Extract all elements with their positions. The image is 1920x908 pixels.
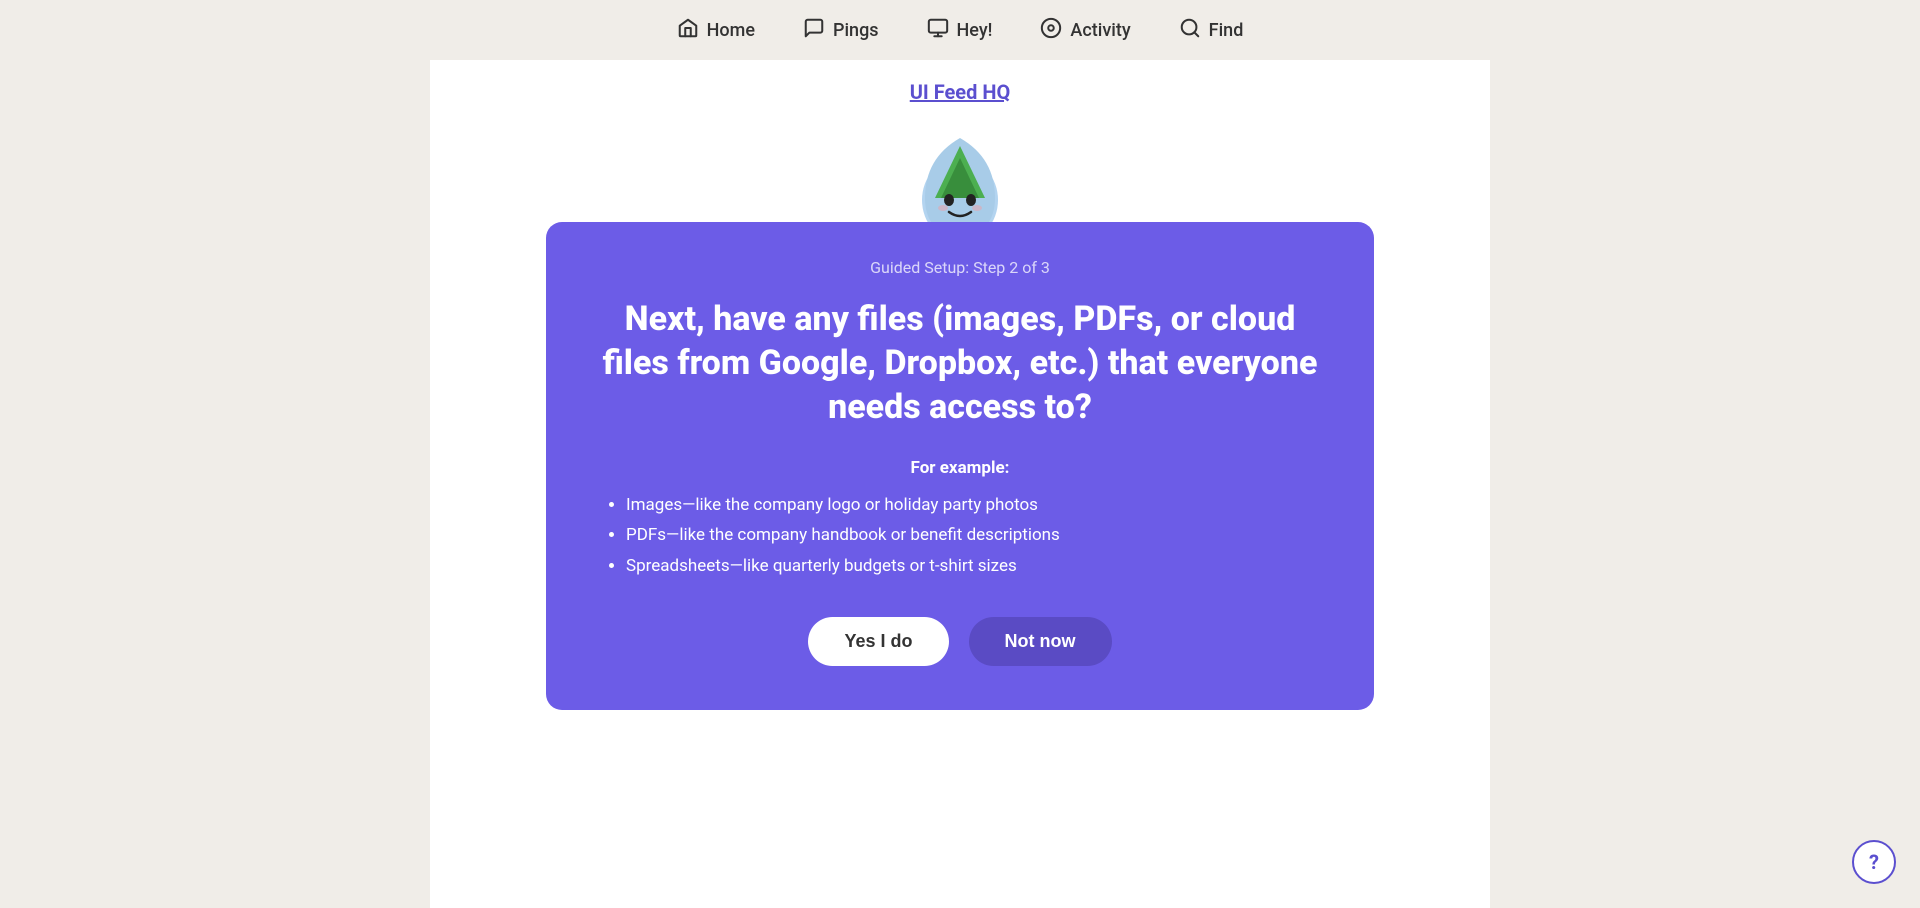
list-item: PDFs—like the company handbook or benefi…	[626, 520, 1326, 551]
main-content: UI Feed HQ	[0, 60, 1920, 908]
hey-icon	[927, 17, 949, 44]
setup-dialog: Guided Setup: Step 2 of 3 Next, have any…	[546, 222, 1374, 710]
not-now-button[interactable]: Not now	[969, 617, 1112, 666]
nav-pings-label: Pings	[833, 20, 879, 41]
nav-bar: Home Pings Hey! Activity	[0, 0, 1920, 60]
feed-hq-link[interactable]: UI Feed HQ	[910, 80, 1011, 104]
nav-home[interactable]: Home	[677, 17, 755, 44]
nav-activity-label: Activity	[1070, 20, 1130, 41]
example-list: Images—like the company logo or holiday …	[594, 490, 1326, 582]
nav-home-label: Home	[707, 20, 755, 41]
activity-icon	[1040, 17, 1062, 44]
yes-button[interactable]: Yes I do	[808, 617, 948, 666]
nav-hey-label: Hey!	[957, 20, 993, 41]
help-button[interactable]: ?	[1852, 840, 1896, 884]
list-item: Images—like the company logo or holiday …	[626, 490, 1326, 521]
nav-pings[interactable]: Pings	[803, 17, 879, 44]
list-item: Spreadsheets—like quarterly budgets or t…	[626, 551, 1326, 582]
home-icon	[677, 17, 699, 44]
help-icon: ?	[1869, 850, 1879, 874]
nav-find-label: Find	[1209, 20, 1244, 41]
nav-find[interactable]: Find	[1179, 17, 1244, 44]
button-row: Yes I do Not now	[594, 617, 1326, 666]
find-icon	[1179, 17, 1201, 44]
card-container: UI Feed HQ	[430, 60, 1490, 908]
step-label: Guided Setup: Step 2 of 3	[594, 258, 1326, 277]
mascot-area: Guided Setup: Step 2 of 3 Next, have any…	[546, 104, 1374, 710]
nav-activity[interactable]: Activity	[1040, 17, 1130, 44]
example-label: For example:	[594, 458, 1326, 478]
dialog-heading: Next, have any files (images, PDFs, or c…	[594, 297, 1326, 430]
nav-hey[interactable]: Hey!	[927, 17, 993, 44]
pings-icon	[803, 17, 825, 44]
